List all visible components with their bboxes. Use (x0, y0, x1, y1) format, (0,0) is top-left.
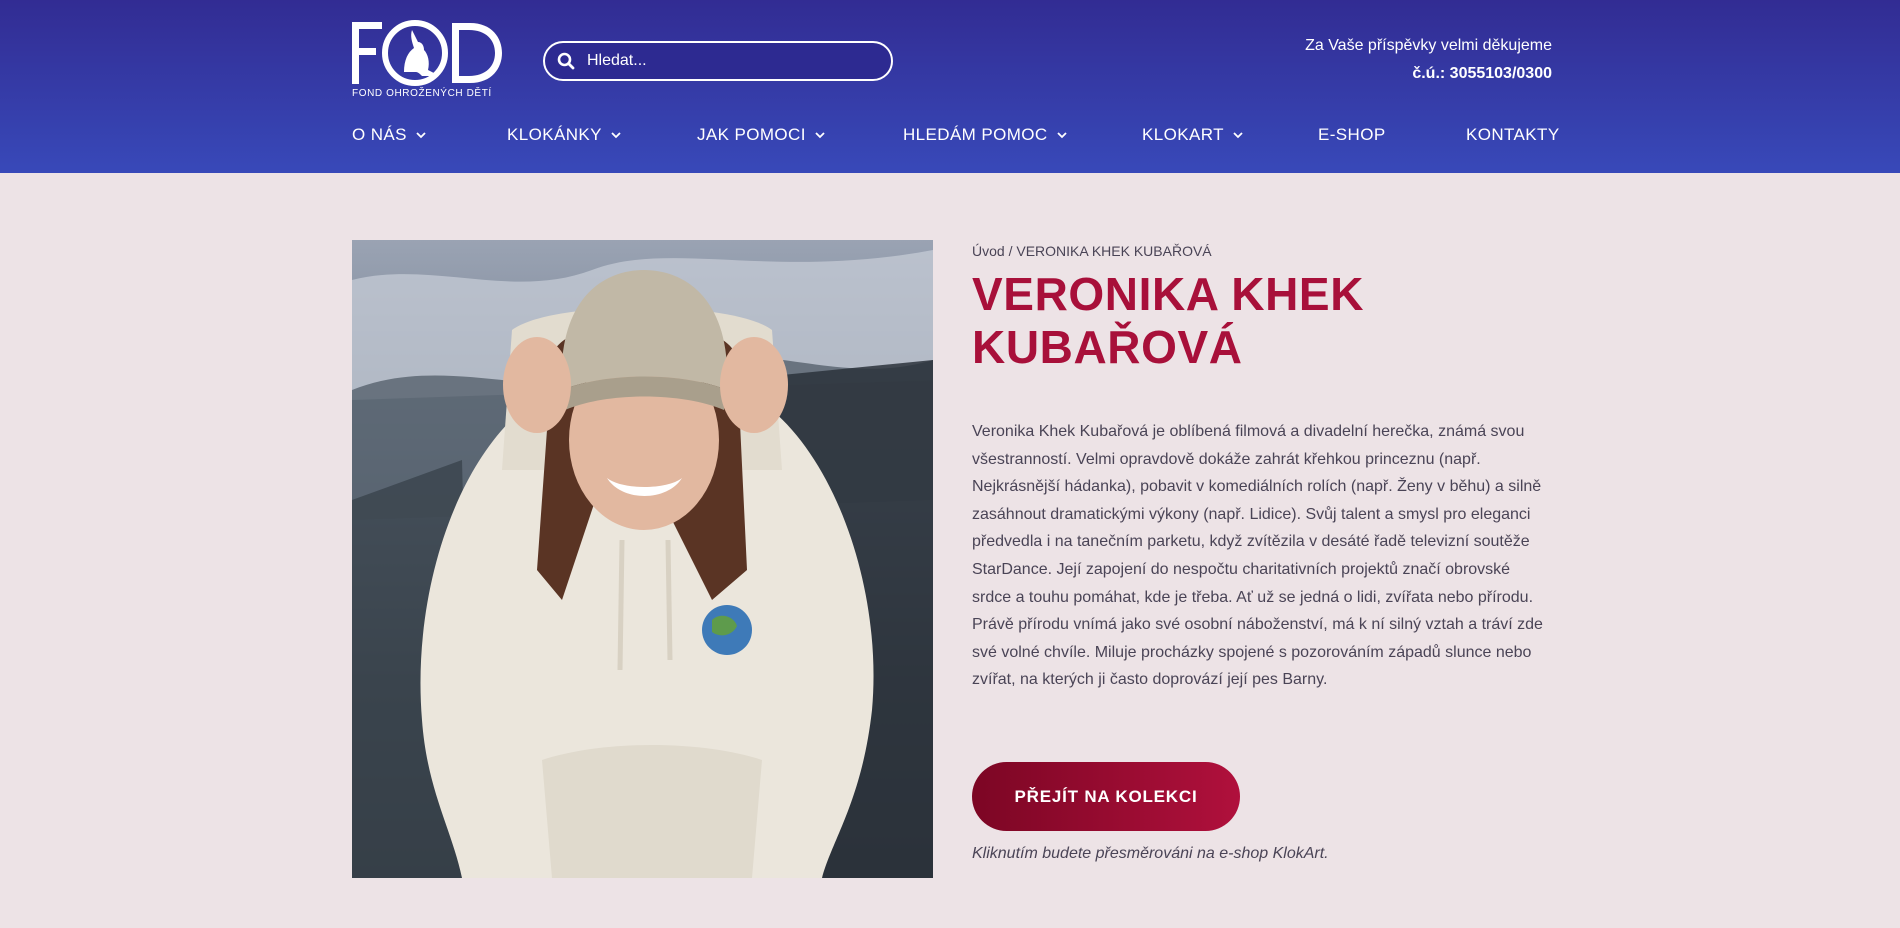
search-box[interactable] (543, 41, 893, 81)
go-to-collection-button[interactable]: PŘEJÍT NA KOLEKCI (972, 762, 1240, 831)
nav-item-label: KLOKÁNKY (507, 125, 602, 144)
search-input[interactable] (587, 52, 867, 70)
chevron-down-icon (815, 132, 825, 139)
nav-item-jak-pomoci[interactable]: JAK POMOCI (697, 125, 826, 145)
nav-item-label: JAK POMOCI (697, 125, 806, 144)
search-icon (557, 52, 575, 70)
breadcrumb: Úvod / VERONIKA KHEK KUBAŘOVÁ (972, 243, 1212, 259)
logo-subtitle: FOND OHROŽENÝCH DĚTÍ (352, 88, 492, 99)
chevron-down-icon (1056, 132, 1067, 139)
site-header: FOND OHROŽENÝCH DĚTÍ Za Vaše příspěvky v… (0, 0, 1900, 173)
chevron-down-icon (1233, 132, 1243, 139)
logo[interactable]: FOND OHROŽENÝCH DĚTÍ (352, 20, 504, 102)
nav-item-label: KONTAKTY (1466, 125, 1560, 144)
profile-description: Veronika Khek Kubařová je oblíbená filmo… (972, 423, 1543, 689)
nav-item-label: O NÁS (352, 125, 407, 144)
page-title: VERONIKA KHEK KUBAŘOVÁ (972, 268, 1365, 373)
nav-item-e-shop[interactable]: E-SHOP (1318, 125, 1386, 145)
nav-item-hledam-pomoc[interactable]: HLEDÁM POMOC (903, 125, 1068, 145)
nav-item-o-nas[interactable]: O NÁS (352, 125, 427, 145)
nav-item-label: HLEDÁM POMOC (903, 125, 1048, 144)
breadcrumb-home-link[interactable]: Úvod (972, 243, 1005, 259)
nav-item-label: KLOKART (1142, 125, 1224, 144)
redirect-note: Kliknutím budete přesměrováni na e-shop … (972, 845, 1329, 862)
breadcrumb-separator: / (1004, 243, 1017, 259)
breadcrumb-current: VERONIKA KHEK KUBAŘOVÁ (1016, 243, 1212, 259)
nav-item-kontakty[interactable]: KONTAKTY (1466, 125, 1560, 145)
donation-info: Za Vaše příspěvky velmi děkujeme č.ú.: 3… (1305, 36, 1552, 84)
fod-logo-icon (352, 20, 502, 86)
bank-account-number: č.ú.: 3055103/0300 (1412, 65, 1552, 82)
chevron-down-icon (611, 132, 621, 139)
chevron-down-icon (416, 132, 426, 139)
nav-item-label: E-SHOP (1318, 125, 1386, 144)
nav-item-klokanky[interactable]: KLOKÁNKY (507, 125, 622, 145)
portrait-illustration (352, 250, 933, 878)
main-nav: O NÁS KLOKÁNKY JAK POMOCI HLEDÁM POMOC K… (352, 125, 1559, 149)
portrait-photo (352, 240, 933, 878)
donation-thanks-text: Za Vaše příspěvky velmi děkujeme (1305, 37, 1552, 54)
nav-item-klokart[interactable]: KLOKART (1142, 125, 1244, 145)
